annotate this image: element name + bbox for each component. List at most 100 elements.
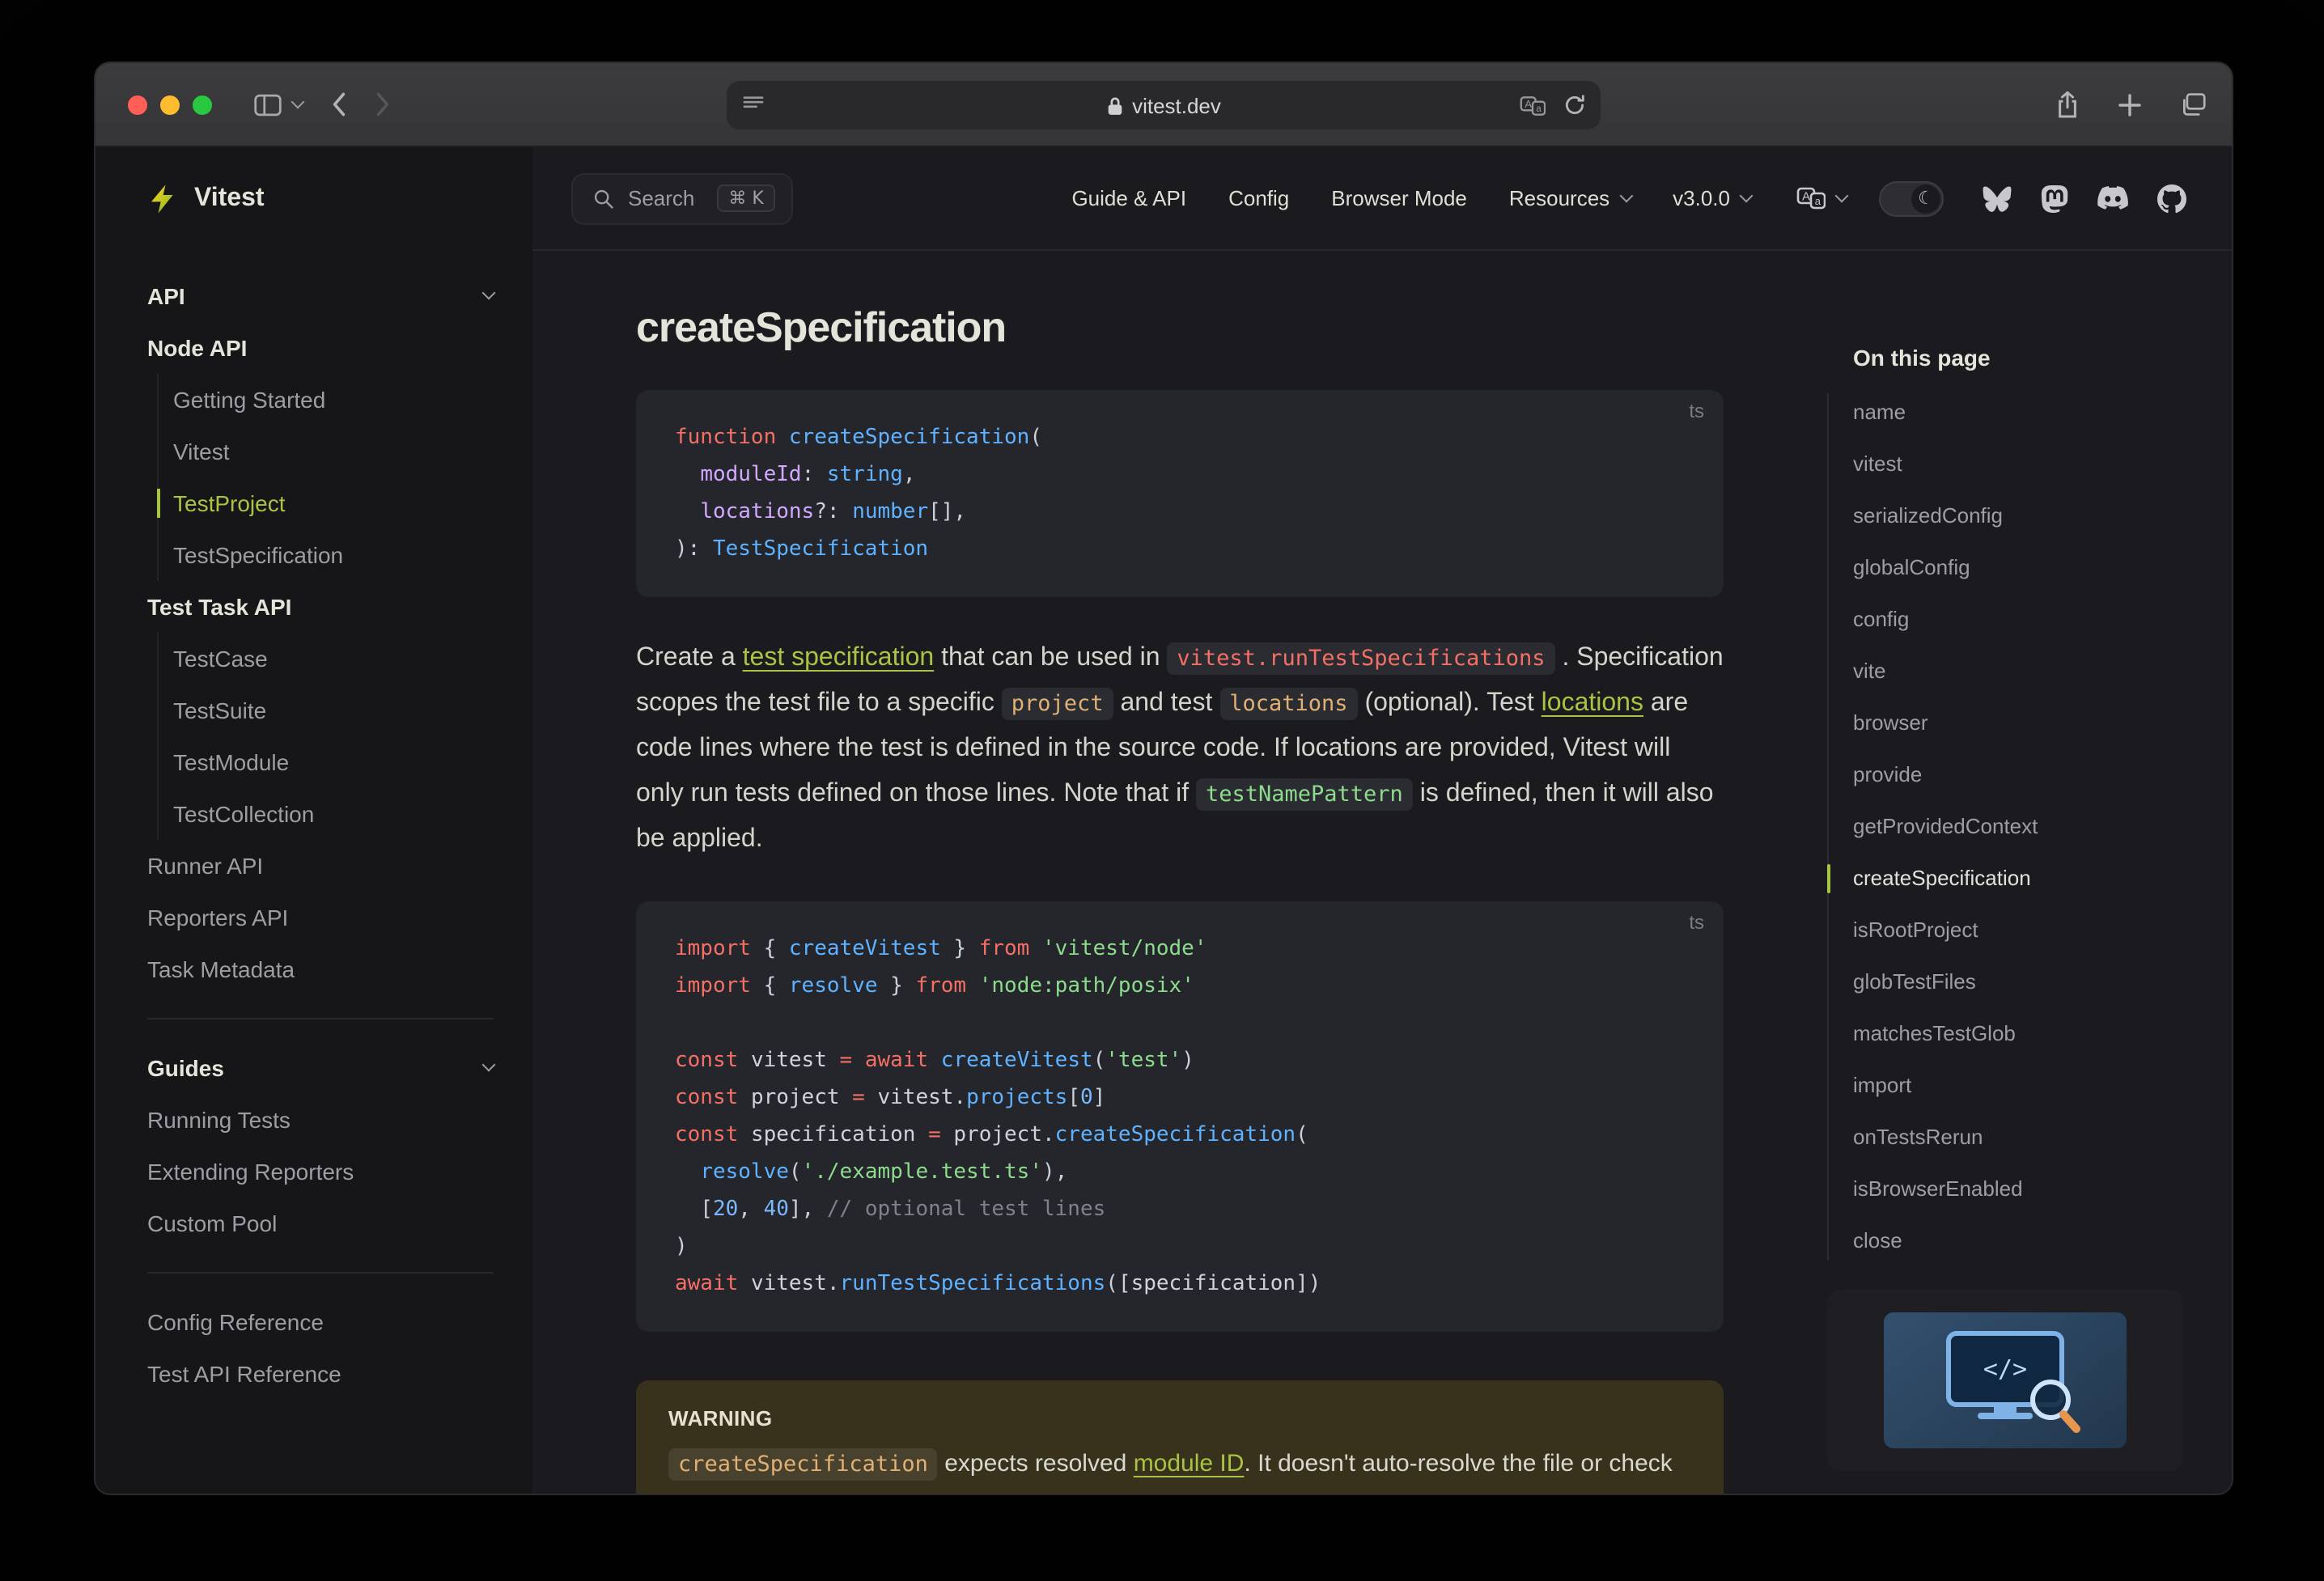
nav-link-label: Browser Mode xyxy=(1331,186,1467,210)
code-block-example[interactable]: ts import { createVitest } from 'vitest/… xyxy=(636,901,1724,1332)
doc-content: createSpecification ts function createSp… xyxy=(636,251,1724,1494)
toc-item-serializedconfig[interactable]: serializedConfig xyxy=(1853,490,2216,542)
code-token: locations xyxy=(700,500,815,524)
fullscreen-window-button[interactable] xyxy=(193,95,212,114)
toc-item-globtestfiles[interactable]: globTestFiles xyxy=(1853,956,2216,1008)
minimize-window-button[interactable] xyxy=(160,95,180,114)
code-lang-badge: ts xyxy=(1689,400,1704,422)
sidebar-item-running-tests[interactable]: Running Tests xyxy=(147,1094,494,1146)
code-token: const xyxy=(675,1049,739,1073)
code-token: createSpecification xyxy=(788,426,1030,450)
sidebar-item-testsuite[interactable]: TestSuite xyxy=(173,685,494,736)
warning-callout: WARNING createSpecification expects reso… xyxy=(636,1380,1724,1494)
code-line: ): TestSpecification xyxy=(675,531,1685,568)
toc-item-createspecification[interactable]: createSpecification xyxy=(1853,853,2216,905)
back-button[interactable] xyxy=(332,92,346,117)
sidebar-item-reporters-api[interactable]: Reporters API xyxy=(147,892,494,943)
forward-button[interactable] xyxy=(375,92,390,117)
nav-link-v3-0-0[interactable]: v3.0.0 xyxy=(1673,186,1754,210)
code-token: 'node:path/posix' xyxy=(978,974,1194,998)
reader-icon[interactable] xyxy=(743,94,764,123)
toc-item-getprovidedcontext[interactable]: getProvidedContext xyxy=(1853,801,2216,853)
code-token: import xyxy=(675,974,751,998)
close-window-button[interactable] xyxy=(128,95,147,114)
sidebar-item-testcollection[interactable]: TestCollection xyxy=(173,788,494,840)
toc-item-ontestsrerun[interactable]: onTestsRerun xyxy=(1853,1112,2216,1163)
on-this-page-panel: On this page name vitest serializedConfig g… xyxy=(1827,345,2216,1471)
reload-icon[interactable] xyxy=(1563,94,1586,125)
search-button[interactable]: Search ⌘ K xyxy=(571,172,793,224)
sidebar-item-getting-started[interactable]: Getting Started xyxy=(173,374,494,426)
screenshot-stage: vitest.dev Aa Vitest API Node API Gettin… xyxy=(0,0,2324,1581)
sidebar-item-task-metadata[interactable]: Task Metadata xyxy=(147,943,494,995)
code-token: . xyxy=(953,1086,967,1110)
bluesky-link[interactable] xyxy=(1983,185,2012,211)
doc-body: createSpecification ts function createSp… xyxy=(532,251,2232,1494)
code-line: ) xyxy=(675,1228,1685,1265)
toc-item-close[interactable]: close xyxy=(1853,1215,2216,1267)
github-link[interactable] xyxy=(2157,184,2186,213)
chevron-right-icon xyxy=(376,92,389,117)
code-token: from xyxy=(978,937,1030,961)
toc-item-browser[interactable]: browser xyxy=(1853,697,2216,749)
sidebar-item-extending-reporters[interactable]: Extending Reporters xyxy=(147,1146,494,1197)
sidebar-item-node-api[interactable]: Node API xyxy=(147,322,494,374)
new-tab-button[interactable] xyxy=(2118,93,2141,116)
sidebar-item-test-task-api[interactable]: Test Task API xyxy=(147,581,494,633)
toc-item-isrootproject[interactable]: isRootProject xyxy=(1853,905,2216,956)
sponsor-ad[interactable]: </> xyxy=(1827,1290,2183,1471)
toc-active-indicator xyxy=(1827,864,1830,893)
sidebar: Vitest API Node API Getting Started Vitest T… xyxy=(95,147,532,1494)
toc-item-import[interactable]: import xyxy=(1853,1060,2216,1112)
sidebar-item-testproject[interactable]: TestProject xyxy=(157,477,494,529)
sidebar-item-test-api-reference[interactable]: Test API Reference xyxy=(147,1348,494,1400)
on-this-page-title: On this page xyxy=(1853,345,1991,371)
code-token: specification xyxy=(750,1123,916,1147)
toc-item-globalconfig[interactable]: globalConfig xyxy=(1853,542,2216,594)
sidebar-item-vitest[interactable]: Vitest xyxy=(173,426,494,477)
nav-link-guide-api[interactable]: Guide & API xyxy=(1071,186,1186,210)
toc-item-matchestestglob[interactable]: matchesTestGlob xyxy=(1853,1008,2216,1060)
code-token: . xyxy=(826,1272,840,1296)
theme-toggle[interactable]: ☾ xyxy=(1879,180,1944,216)
toc-item-config[interactable]: config xyxy=(1853,594,2216,646)
toc-item-vite[interactable]: vite xyxy=(1853,646,2216,697)
sidebar-divider xyxy=(147,1018,494,1019)
toc-item-name[interactable]: name xyxy=(1853,387,2216,439)
nav-link-browser-mode[interactable]: Browser Mode xyxy=(1331,186,1467,210)
sidebar-item-guides[interactable]: Guides xyxy=(147,1042,496,1094)
toc-item-vitest[interactable]: vitest xyxy=(1853,439,2216,490)
doc-link-module-id[interactable]: module ID xyxy=(1134,1450,1245,1477)
sidebar-item-runner-api[interactable]: Runner API xyxy=(147,840,494,892)
sidebar-item-testmodule[interactable]: TestModule xyxy=(173,736,494,788)
mastodon-link[interactable] xyxy=(2041,184,2068,213)
sidebar-item-config-reference[interactable]: Config Reference xyxy=(147,1296,494,1348)
tab-overview-button[interactable] xyxy=(2180,92,2206,117)
discord-link[interactable] xyxy=(2097,186,2128,210)
search-icon xyxy=(594,189,613,208)
sidebar-item-testspecification[interactable]: TestSpecification xyxy=(173,529,494,581)
sidebar-item-api[interactable]: API xyxy=(147,270,496,322)
code-line: const specification = project.createSpec… xyxy=(675,1117,1685,1154)
toc-item-isbrowserenabled[interactable]: isBrowserEnabled xyxy=(1853,1163,2216,1215)
translate-icon[interactable]: Aa xyxy=(1520,95,1546,125)
code-inspection-illustration: </> xyxy=(1946,1331,2080,1433)
sidebar-nested-group: TestCase TestSuite TestModule TestCollectio… xyxy=(157,633,494,840)
nav-link-config[interactable]: Config xyxy=(1228,186,1289,210)
share-button[interactable] xyxy=(2055,91,2080,118)
doc-link-test-specification[interactable]: test specification xyxy=(743,644,935,672)
vitest-logo[interactable]: Vitest xyxy=(95,147,532,251)
nav-link-resources[interactable]: Resources xyxy=(1509,186,1633,210)
language-menu-button[interactable]: Aa xyxy=(1796,186,1849,210)
toc-item-provide[interactable]: provide xyxy=(1853,749,2216,801)
translate-icon: Aa xyxy=(1796,187,1826,210)
code-block-signature[interactable]: ts function createSpecification( moduleI… xyxy=(636,390,1724,597)
address-bar[interactable]: vitest.dev Aa xyxy=(727,81,1601,129)
sidebar-toggle-button[interactable] xyxy=(254,93,305,116)
doc-link-locations[interactable]: locations xyxy=(1542,689,1643,717)
sidebar-item-custom-pool[interactable]: Custom Pool xyxy=(147,1197,494,1249)
svg-text:a: a xyxy=(1536,104,1542,114)
code-token: project xyxy=(750,1086,840,1110)
sidebar-item-testcase[interactable]: TestCase xyxy=(173,633,494,685)
